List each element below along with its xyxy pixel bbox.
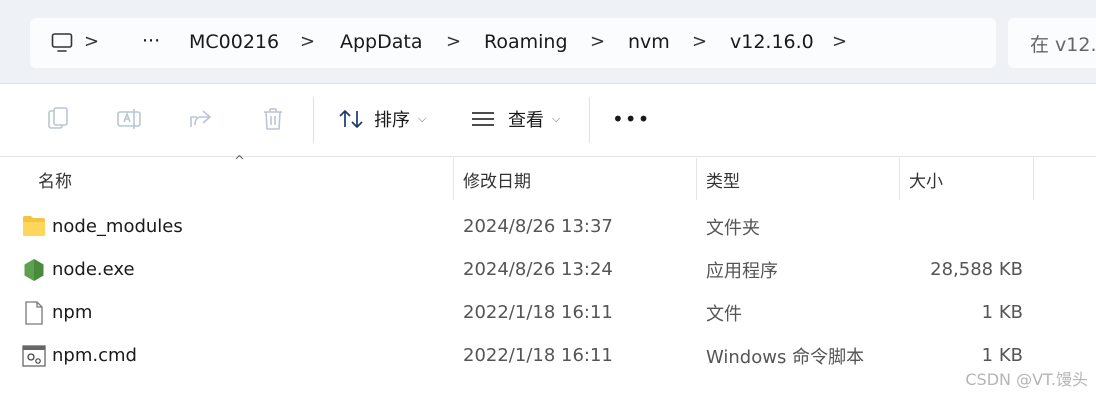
- sort-icon: [339, 110, 363, 128]
- folder-icon: [23, 216, 45, 236]
- nodejs-icon: [24, 259, 44, 281]
- file-size: [899, 205, 1023, 248]
- breadcrumb-appdata[interactable]: AppData: [340, 31, 423, 53]
- computer-icon[interactable]: [50, 31, 74, 55]
- file-type: 文件: [706, 303, 742, 325]
- file-icon: [25, 301, 43, 325]
- view-button[interactable]: 查看 ⌵: [470, 103, 560, 135]
- toolbar-separator: [313, 97, 314, 143]
- column-type[interactable]: 类型: [696, 158, 899, 200]
- view-list-icon: [472, 112, 494, 126]
- column-divider[interactable]: [1033, 158, 1034, 200]
- breadcrumb-overflow[interactable]: ···: [142, 30, 160, 52]
- file-name: npm: [52, 302, 93, 323]
- sort-button[interactable]: 排序 ⌵: [338, 103, 426, 135]
- list-item[interactable]: npm 2022/1/18 16:11 文件 1 KB: [0, 291, 1096, 334]
- list-item[interactable]: npm.cmd 2022/1/18 16:11 Windows 命令脚本 1 K…: [0, 334, 1096, 377]
- file-name: npm.cmd: [52, 345, 137, 366]
- chevron-down-icon: ⌵: [418, 112, 427, 125]
- column-header: ^ 名称 修改日期 类型 大小: [0, 154, 1096, 200]
- chevron-right-icon[interactable]: >: [446, 31, 461, 52]
- breadcrumb-roaming[interactable]: Roaming: [484, 31, 568, 53]
- file-modified: 2022/1/18 16:11: [463, 345, 613, 366]
- column-modified[interactable]: 修改日期: [453, 158, 696, 200]
- command-bar: 排序 ⌵ 查看 ⌵ •••: [0, 85, 1096, 157]
- chevron-right-icon[interactable]: >: [84, 31, 99, 52]
- file-type: 应用程序: [706, 260, 778, 282]
- column-name[interactable]: 名称: [28, 158, 452, 200]
- delete-icon[interactable]: [259, 105, 287, 133]
- chevron-right-icon[interactable]: >: [832, 31, 847, 52]
- toolbar-separator: [589, 97, 590, 143]
- rename-icon[interactable]: [115, 105, 143, 133]
- chevron-right-icon[interactable]: >: [590, 31, 605, 52]
- list-item[interactable]: node.exe 2024/8/26 13:24 应用程序 28,588 KB: [0, 248, 1096, 291]
- breadcrumb-mc00216[interactable]: MC00216: [189, 31, 279, 53]
- cmd-script-icon: [22, 345, 46, 367]
- address-area: > ··· MC00216 > AppData > Roaming > nvm …: [0, 0, 1096, 84]
- chevron-down-icon: ⌵: [552, 112, 561, 125]
- search-input[interactable]: 在 v12.16.0 中搜索: [1008, 18, 1096, 68]
- file-type: Windows 命令脚本: [706, 346, 865, 368]
- sort-label: 排序: [374, 110, 410, 131]
- list-item[interactable]: node_modules 2024/8/26 13:37 文件夹: [0, 205, 1096, 248]
- breadcrumb-nvm[interactable]: nvm: [628, 31, 670, 53]
- more-options-icon: •••: [612, 107, 651, 131]
- address-bar[interactable]: > ··· MC00216 > AppData > Roaming > nvm …: [30, 18, 996, 68]
- file-name: node.exe: [52, 259, 135, 280]
- file-name: node_modules: [52, 216, 183, 237]
- share-icon[interactable]: [187, 105, 215, 133]
- file-type: 文件夹: [706, 217, 760, 239]
- chevron-right-icon[interactable]: >: [692, 31, 707, 52]
- column-size[interactable]: 大小: [899, 158, 1033, 200]
- chevron-right-icon[interactable]: >: [300, 31, 315, 52]
- copy-icon[interactable]: [44, 105, 72, 133]
- file-modified: 2024/8/26 13:37: [463, 216, 613, 237]
- file-size: 1 KB: [981, 302, 1023, 323]
- view-label: 查看: [508, 110, 544, 131]
- file-modified: 2022/1/18 16:11: [463, 302, 613, 323]
- watermark: CSDN @VT.馒头: [965, 370, 1088, 389]
- more-options-button[interactable]: •••: [612, 103, 650, 135]
- breadcrumb-v12-16-0[interactable]: v12.16.0: [730, 31, 814, 53]
- file-size: 28,588 KB: [930, 259, 1023, 280]
- file-modified: 2024/8/26 13:24: [463, 259, 613, 280]
